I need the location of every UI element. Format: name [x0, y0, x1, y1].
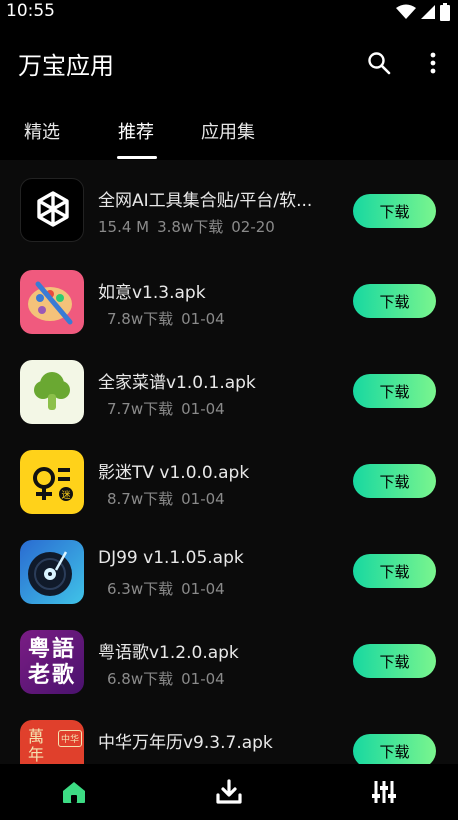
- app-downloads: 7.7w下载: [107, 400, 174, 418]
- calendar-icon-text: 萬年: [28, 727, 45, 764]
- tab-bar: 精选 推荐 应用集: [0, 100, 458, 160]
- more-options-button[interactable]: [420, 46, 446, 80]
- app-meta: 8.7w下载 01-04: [107, 488, 233, 509]
- tab-collections[interactable]: 应用集: [201, 118, 255, 144]
- app-bar: 万宝应用: [0, 24, 458, 100]
- more-vert-icon: [430, 52, 436, 74]
- search-button[interactable]: [362, 46, 396, 80]
- app-list[interactable]: 全网AI工具集合贴/平台/软... 15.4 M 3.8w下载 02-20 下载 如…: [0, 160, 458, 764]
- battery-icon: [440, 3, 450, 21]
- palette-icon: [20, 270, 84, 334]
- search-icon: [368, 52, 391, 75]
- app-date: 01-04: [181, 490, 225, 508]
- app-date: 01-04: [181, 400, 225, 418]
- app-meta: 15.4 M 3.8w下载 02-20: [98, 216, 283, 237]
- download-button[interactable]: 下载: [353, 464, 436, 498]
- app-name: 如意v1.3.apk: [98, 283, 206, 303]
- list-item[interactable]: 萬年 中华 中华万年历v9.3.7.apk 下载: [0, 706, 458, 764]
- download-button[interactable]: 下载: [353, 644, 436, 678]
- vinyl-record-icon: [20, 540, 84, 604]
- app-date: 01-04: [181, 310, 225, 328]
- tab-featured[interactable]: 精选: [24, 118, 60, 144]
- yingmi-badge-text: 迷: [61, 489, 70, 501]
- nav-downloads-button[interactable]: [213, 776, 245, 808]
- app-meta: 6.8w下载 01-04: [107, 668, 233, 689]
- app-downloads: 6.8w下载: [107, 670, 174, 688]
- list-item[interactable]: 全网AI工具集合贴/平台/软... 15.4 M 3.8w下载 02-20 下载: [0, 166, 458, 256]
- nav-settings-button[interactable]: [368, 776, 400, 808]
- cantonese-song-icon: 粤語老歌: [20, 630, 84, 694]
- app-meta: 6.3w下载 01-04: [107, 578, 233, 599]
- app-date: 02-20: [231, 218, 275, 236]
- status-bar: 10:55: [0, 0, 458, 24]
- list-item[interactable]: DJ99 v1.1.05.apk 6.3w下载 01-04 下载: [0, 526, 458, 616]
- calendar-icon: 萬年 中华: [20, 720, 84, 764]
- app-downloads: 3.8w下载: [157, 218, 224, 236]
- broccoli-icon: [20, 360, 84, 424]
- tab-recommended[interactable]: 推荐: [118, 118, 154, 144]
- home-icon: [63, 782, 85, 803]
- download-button[interactable]: 下载: [353, 734, 436, 764]
- sliders-icon: [372, 781, 396, 803]
- app-downloads: 7.8w下载: [107, 310, 174, 328]
- calendar-icon-small-text: 中华: [58, 730, 83, 747]
- app-date: 01-04: [181, 580, 225, 598]
- app-name: 全家菜谱v1.0.1.apk: [98, 373, 256, 393]
- list-item[interactable]: 全家菜谱v1.0.1.apk 7.7w下载 01-04 下载: [0, 346, 458, 436]
- download-button[interactable]: 下载: [353, 554, 436, 588]
- signal-icon: [421, 5, 435, 19]
- active-tab-indicator: [117, 156, 157, 159]
- nav-home-button[interactable]: [58, 776, 90, 808]
- download-button[interactable]: 下载: [353, 284, 436, 318]
- wifi-icon: [396, 4, 416, 19]
- download-button[interactable]: 下载: [353, 194, 436, 228]
- status-icons: [396, 2, 450, 22]
- app-name: 粤语歌v1.2.0.apk: [98, 643, 239, 663]
- yingmi-logo-icon: 迷: [20, 450, 84, 514]
- app-name: 中华万年历v9.3.7.apk: [98, 733, 273, 753]
- list-item[interactable]: 迷 影迷TV v1.0.0.apk 8.7w下载 01-04 下载: [0, 436, 458, 526]
- list-item[interactable]: 粤語老歌 粤语歌v1.2.0.apk 6.8w下载 01-04 下载: [0, 616, 458, 706]
- status-time: 10:55: [6, 1, 55, 21]
- app-name: 全网AI工具集合贴/平台/软...: [98, 191, 313, 211]
- openai-logo-icon: [20, 178, 84, 242]
- download-button[interactable]: 下载: [353, 374, 436, 408]
- page-title: 万宝应用: [18, 52, 114, 80]
- app-name: 影迷TV v1.0.0.apk: [98, 463, 250, 483]
- app-meta: 7.7w下载 01-04: [107, 398, 233, 419]
- bottom-nav: [0, 764, 458, 820]
- cantonese-icon-text: 粤語老歌: [27, 636, 76, 688]
- app-date: 01-04: [181, 670, 225, 688]
- app-size: 15.4 M: [98, 218, 150, 236]
- app-downloads: 8.7w下载: [107, 490, 174, 508]
- download-icon: [216, 779, 242, 804]
- app-meta: 7.8w下载 01-04: [107, 308, 233, 329]
- list-item[interactable]: 如意v1.3.apk 7.8w下载 01-04 下载: [0, 256, 458, 346]
- app-downloads: 6.3w下载: [107, 580, 174, 598]
- app-name: DJ99 v1.1.05.apk: [98, 548, 244, 568]
